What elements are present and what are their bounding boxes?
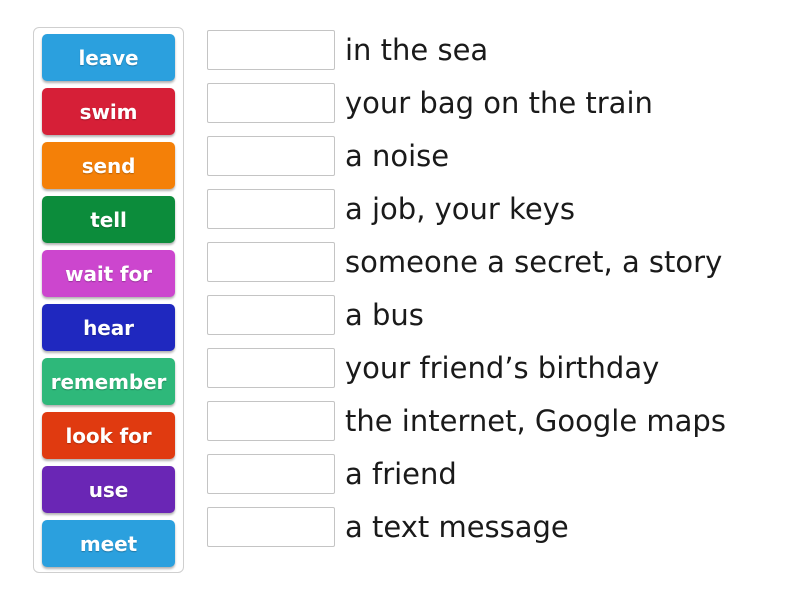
match-row: in the sea — [207, 30, 787, 70]
word-tile-label: leave — [78, 45, 139, 70]
word-tile[interactable]: tell — [42, 196, 175, 243]
answer-dropzone[interactable] — [207, 136, 335, 176]
match-row: your friend’s birthday — [207, 348, 787, 388]
match-row: a bus — [207, 295, 787, 335]
match-row: a text message — [207, 507, 787, 547]
match-row: a noise — [207, 136, 787, 176]
row-phrase: in the sea — [345, 33, 489, 67]
match-row: a friend — [207, 454, 787, 494]
word-tile[interactable]: use — [42, 466, 175, 513]
word-tile[interactable]: look for — [42, 412, 175, 459]
row-phrase: a text message — [345, 510, 569, 544]
answer-dropzone[interactable] — [207, 242, 335, 282]
word-tile[interactable]: meet — [42, 520, 175, 567]
answer-dropzone[interactable] — [207, 454, 335, 494]
answer-dropzone[interactable] — [207, 348, 335, 388]
word-tile[interactable]: swim — [42, 88, 175, 135]
match-row: a job, your keys — [207, 189, 787, 229]
word-tile-label: wait for — [65, 261, 152, 286]
row-phrase: a bus — [345, 298, 424, 332]
word-tile-label: look for — [65, 423, 152, 448]
row-phrase: a friend — [345, 457, 457, 491]
word-tiles-panel: leave swim send tell wait for hear remem… — [33, 27, 184, 573]
word-tile-label: send — [81, 153, 136, 178]
word-tile[interactable]: send — [42, 142, 175, 189]
answer-dropzone[interactable] — [207, 401, 335, 441]
answer-dropzone[interactable] — [207, 507, 335, 547]
row-phrase: your friend’s birthday — [345, 351, 660, 385]
row-phrase: the internet, Google maps — [345, 404, 726, 438]
answer-dropzone[interactable] — [207, 30, 335, 70]
answer-dropzone[interactable] — [207, 83, 335, 123]
word-tile[interactable]: hear — [42, 304, 175, 351]
activity-canvas: leave swim send tell wait for hear remem… — [0, 0, 800, 600]
row-phrase: a noise — [345, 139, 450, 173]
word-tile-label: remember — [50, 369, 167, 394]
word-tile-label: swim — [79, 99, 138, 124]
word-tile[interactable]: remember — [42, 358, 175, 405]
match-row: someone a secret, a story — [207, 242, 787, 282]
word-tile-label: meet — [79, 531, 138, 556]
match-row: the internet, Google maps — [207, 401, 787, 441]
word-tile-label: use — [88, 477, 129, 502]
word-tile[interactable]: wait for — [42, 250, 175, 297]
word-tile-label: hear — [83, 315, 134, 340]
row-phrase: someone a secret, a story — [345, 245, 723, 279]
answer-dropzone[interactable] — [207, 295, 335, 335]
word-tile-label: tell — [90, 207, 127, 232]
answer-dropzone[interactable] — [207, 189, 335, 229]
row-phrase: your bag on the train — [345, 86, 653, 120]
match-rows: in the sea your bag on the train a noise… — [207, 30, 787, 547]
match-row: your bag on the train — [207, 83, 787, 123]
word-tile[interactable]: leave — [42, 34, 175, 81]
row-phrase: a job, your keys — [345, 192, 575, 226]
